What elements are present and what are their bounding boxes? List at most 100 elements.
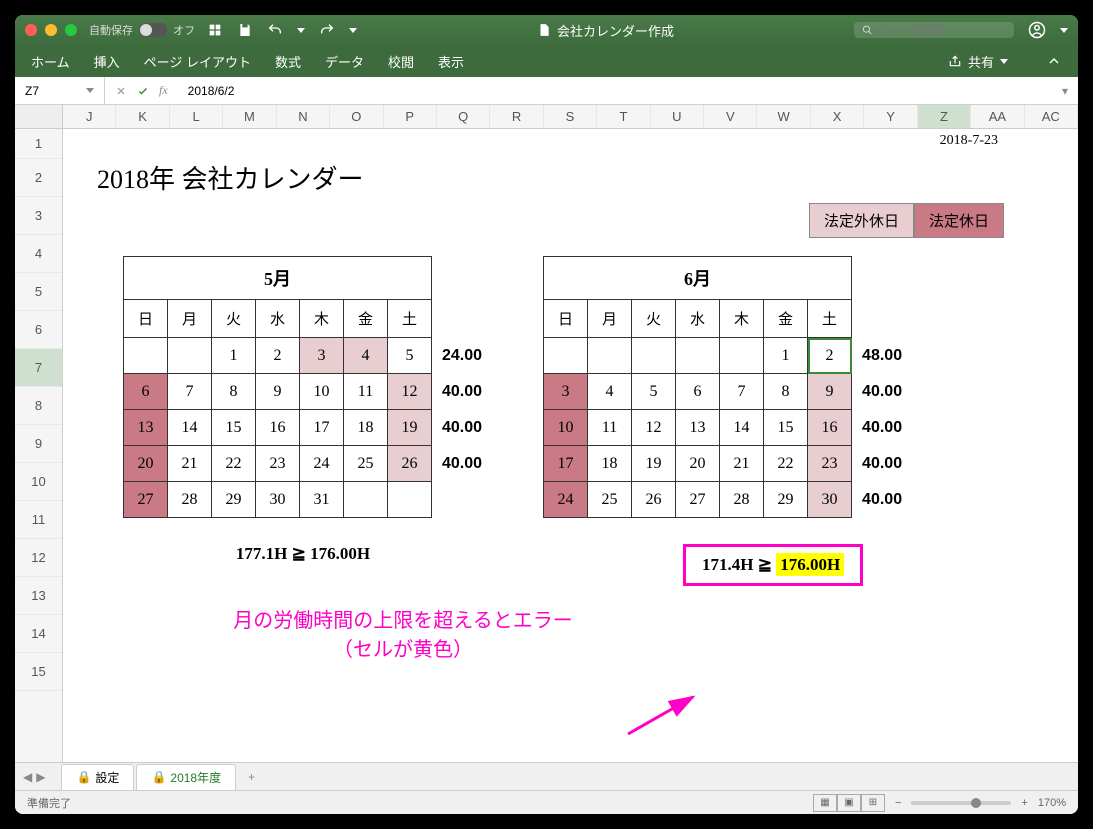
column-header[interactable]: AC	[1025, 105, 1078, 128]
calendar-cell[interactable]	[676, 338, 720, 374]
sheet-tab[interactable]: 🔒2018年度	[136, 764, 236, 790]
calendar-cell[interactable]: 5	[388, 338, 432, 374]
column-header[interactable]: R	[490, 105, 543, 128]
calendar-cell[interactable]: 21	[720, 446, 764, 482]
calendar-cell[interactable]: 6	[676, 374, 720, 410]
calendar-cell[interactable]: 28	[168, 482, 212, 518]
share-button[interactable]: 共有	[948, 52, 1008, 71]
calendar-cell[interactable]: 25	[588, 482, 632, 518]
row-header[interactable]: 9	[15, 425, 62, 463]
fx-icon[interactable]: fx	[159, 83, 168, 98]
calendar-cell[interactable]: 16	[256, 410, 300, 446]
column-header[interactable]: Z	[918, 105, 971, 128]
row-header[interactable]: 2	[15, 159, 62, 197]
calendar-cell[interactable]: 3	[300, 338, 344, 374]
calendar-cell[interactable]: 20	[124, 446, 168, 482]
calendar-cell[interactable]: 7	[720, 374, 764, 410]
calendar-cell[interactable]: 26	[388, 446, 432, 482]
calendar-cell[interactable]: 13	[676, 410, 720, 446]
calendar-cell[interactable]: 11	[344, 374, 388, 410]
column-header[interactable]: M	[223, 105, 276, 128]
column-header[interactable]: K	[116, 105, 169, 128]
row-header[interactable]: 14	[15, 615, 62, 653]
row-header[interactable]: 1	[15, 129, 62, 159]
ribbon-tab-home[interactable]: ホーム	[31, 52, 70, 71]
home-icon[interactable]	[207, 22, 223, 38]
cancel-icon[interactable]	[115, 85, 127, 97]
sheet-tab[interactable]: 🔒設定	[61, 764, 134, 790]
confirm-icon[interactable]	[137, 85, 149, 97]
collapse-ribbon-icon[interactable]	[1046, 53, 1062, 69]
calendar-cell[interactable]: 23	[808, 446, 852, 482]
add-sheet-button[interactable]: +	[238, 766, 265, 788]
zoom-out-button[interactable]: −	[895, 797, 901, 809]
search-box[interactable]	[854, 22, 1014, 38]
calendar-cell[interactable]: 18	[588, 446, 632, 482]
calendar-cell[interactable]: 12	[632, 410, 676, 446]
calendar-cell[interactable]	[344, 482, 388, 518]
row-header[interactable]: 8	[15, 387, 62, 425]
switch-icon[interactable]	[139, 23, 167, 37]
redo-icon[interactable]	[319, 22, 335, 38]
calendar-cell[interactable]: 18	[344, 410, 388, 446]
calendar-cell[interactable]: 30	[256, 482, 300, 518]
ribbon-tab-data[interactable]: データ	[325, 52, 364, 71]
column-header[interactable]: O	[330, 105, 383, 128]
chevron-down-icon[interactable]	[1060, 28, 1068, 33]
zoom-in-button[interactable]: +	[1021, 797, 1027, 809]
column-header[interactable]: AA	[971, 105, 1024, 128]
calendar-cell[interactable]: 10	[544, 410, 588, 446]
row-header[interactable]: 3	[15, 197, 62, 235]
calendar-cell[interactable]: 24	[544, 482, 588, 518]
calendar-cell[interactable]	[388, 482, 432, 518]
calendar-cell[interactable]: 27	[676, 482, 720, 518]
ribbon-tab-formulas[interactable]: 数式	[275, 52, 301, 71]
save-icon[interactable]	[237, 22, 253, 38]
calendar-cell[interactable]: 22	[212, 446, 256, 482]
calendar-cell[interactable]: 24	[300, 446, 344, 482]
chevron-down-icon[interactable]	[349, 28, 357, 33]
column-header[interactable]: P	[384, 105, 437, 128]
calendar-cell[interactable]: 20	[676, 446, 720, 482]
calendar-cell[interactable]	[632, 338, 676, 374]
calendar-cell[interactable]: 14	[168, 410, 212, 446]
ribbon-tab-review[interactable]: 校閲	[388, 52, 414, 71]
ribbon-tab-view[interactable]: 表示	[438, 52, 464, 71]
calendar-cell[interactable]	[720, 338, 764, 374]
chevron-down-icon[interactable]	[86, 88, 94, 93]
row-header[interactable]: 7	[15, 349, 62, 387]
name-box[interactable]: Z7	[15, 77, 105, 104]
close-icon[interactable]	[25, 24, 37, 36]
page-layout-view-icon[interactable]: ▣	[837, 794, 861, 812]
search-input[interactable]	[879, 24, 1006, 36]
column-header[interactable]: T	[597, 105, 650, 128]
calendar-cell[interactable]: 28	[720, 482, 764, 518]
calendar-cell[interactable]: 4	[344, 338, 388, 374]
calendar-cell[interactable]	[588, 338, 632, 374]
page-break-view-icon[interactable]: ⊞	[861, 794, 885, 812]
column-header[interactable]: S	[544, 105, 597, 128]
calendar-cell[interactable]: 26	[632, 482, 676, 518]
calendar-cell[interactable]: 29	[212, 482, 256, 518]
calendar-cell[interactable]: 9	[256, 374, 300, 410]
calendar-cell[interactable]: 29	[764, 482, 808, 518]
calendar-cell[interactable]: 1	[764, 338, 808, 374]
calendar-cell[interactable]: 8	[212, 374, 256, 410]
user-icon[interactable]	[1028, 21, 1046, 39]
zoom-level[interactable]: 170%	[1038, 797, 1066, 809]
column-header[interactable]: J	[63, 105, 116, 128]
tab-nav-next[interactable]: ▶	[36, 770, 45, 784]
calendar-cell[interactable]: 11	[588, 410, 632, 446]
zoom-slider[interactable]	[911, 801, 1011, 805]
column-header[interactable]: V	[704, 105, 757, 128]
calendar-cell[interactable]: 10	[300, 374, 344, 410]
column-header[interactable]: X	[811, 105, 864, 128]
formula-input[interactable]: 2018/6/2	[178, 84, 1052, 98]
undo-icon[interactable]	[267, 22, 283, 38]
column-header[interactable]: U	[651, 105, 704, 128]
calendar-cell[interactable]: 19	[632, 446, 676, 482]
row-header[interactable]: 10	[15, 463, 62, 501]
calendar-cell[interactable]: 13	[124, 410, 168, 446]
row-header[interactable]: 13	[15, 577, 62, 615]
calendar-cell[interactable]: 1	[212, 338, 256, 374]
